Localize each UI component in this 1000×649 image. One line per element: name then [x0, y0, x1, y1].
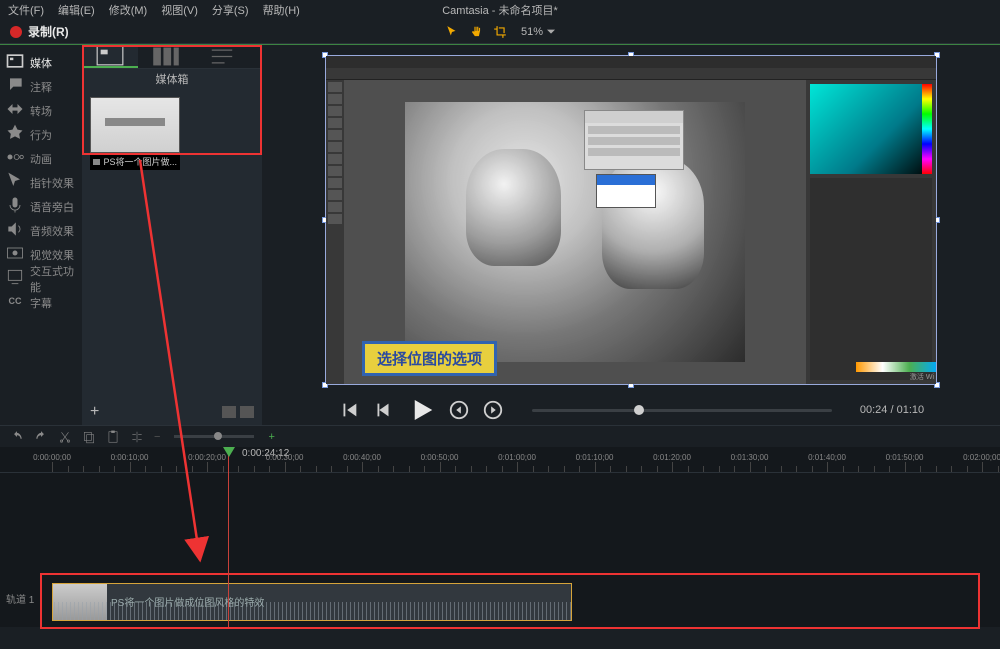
- menubar: 文件(F) 编辑(E) 修改(M) 视图(V) 分享(S) 帮助(H) Camt…: [0, 0, 1000, 20]
- split-button[interactable]: [130, 430, 144, 444]
- hand-icon[interactable]: [469, 25, 483, 39]
- timeline: 0:00:24;12 0:00:00;000:00:10;000:00:20;0…: [0, 447, 1000, 627]
- timeline-clip[interactable]: PS将一个图片做成位图风格的特效: [52, 583, 572, 621]
- sidebar-item-transition[interactable]: 转场: [30, 99, 82, 123]
- timeline-ruler[interactable]: 0:00:00;000:00:10;000:00:20;000:00:30;00…: [0, 447, 1000, 473]
- clip-thumbnail: [90, 97, 180, 153]
- color-picker: [810, 84, 932, 174]
- caption-icon[interactable]: CC: [5, 291, 25, 311]
- app-title: Camtasia - 未命名项目*: [442, 2, 558, 18]
- animation-icon[interactable]: [5, 147, 25, 167]
- step-back-button[interactable]: [372, 399, 394, 421]
- preview-panel: 选择位图的选项 激活 Wi 00:24 / 01:: [262, 45, 1000, 425]
- paste-button[interactable]: [106, 430, 120, 444]
- watermark: 激活 Wi: [910, 372, 934, 382]
- copy-button[interactable]: [82, 430, 96, 444]
- zoom-level[interactable]: 51%: [521, 26, 555, 38]
- sidebar-item-audio[interactable]: 音频效果: [30, 219, 82, 243]
- cursor-icon[interactable]: [445, 25, 459, 39]
- undo-button[interactable]: [10, 430, 24, 444]
- next-clip-button[interactable]: [482, 399, 504, 421]
- menu-help[interactable]: 帮助(H): [263, 2, 300, 18]
- view-toggle[interactable]: [222, 406, 254, 418]
- tracks: 轨道 1 PS将一个图片做成位图风格的特效: [0, 473, 1000, 627]
- scrub-slider[interactable]: [532, 409, 832, 412]
- tab-media[interactable]: [82, 45, 138, 68]
- menu-edit[interactable]: 编辑(E): [58, 2, 95, 18]
- bin-header: 媒体箱: [82, 69, 262, 89]
- sidebar-item-cursor[interactable]: 指针效果: [30, 171, 82, 195]
- sidebar-item-annotation[interactable]: 注释: [30, 75, 82, 99]
- visual-fx-icon[interactable]: [5, 243, 25, 263]
- timeline-toolbar: − +: [0, 425, 1000, 447]
- main-area: CC 媒体 注释 转场 行为 动画 指针效果 语音旁白 音频效果 视觉效果 交互…: [0, 45, 1000, 425]
- bin-tabs: [82, 45, 262, 69]
- callout-text: 选择位图的选项: [362, 341, 497, 376]
- add-media-button[interactable]: +: [90, 403, 99, 421]
- clip-name: PS将一个图片做...: [90, 153, 180, 170]
- sidebar-item-interactive[interactable]: 交互式功能: [30, 267, 82, 291]
- sidebar-item-media[interactable]: 媒体: [30, 51, 82, 75]
- tab-more[interactable]: [194, 45, 250, 68]
- timeline-zoom-slider[interactable]: [174, 435, 254, 438]
- step-fwd-button[interactable]: [448, 399, 470, 421]
- menu-file[interactable]: 文件(F): [8, 2, 44, 18]
- menu-share[interactable]: 分享(S): [212, 2, 249, 18]
- sidebar-item-voice[interactable]: 语音旁白: [30, 195, 82, 219]
- audio-waveform: [53, 602, 571, 620]
- media-clip[interactable]: PS将一个图片做...: [90, 97, 180, 170]
- menu-view[interactable]: 视图(V): [161, 2, 198, 18]
- tab-library[interactable]: [138, 45, 194, 68]
- taskbar-icons: [856, 362, 936, 372]
- media-icon[interactable]: [5, 51, 25, 71]
- transition-icon[interactable]: [5, 99, 25, 119]
- bin-footer: +: [82, 399, 262, 425]
- playhead[interactable]: [228, 447, 229, 627]
- sidebar-item-behavior[interactable]: 行为: [30, 123, 82, 147]
- track-label: 轨道 1: [6, 591, 34, 606]
- record-icon[interactable]: [10, 26, 22, 38]
- behavior-icon[interactable]: [5, 123, 25, 143]
- sidebar-labels: 媒体 注释 转场 行为 动画 指针效果 语音旁白 音频效果 视觉效果 交互式功能…: [30, 45, 82, 425]
- record-label[interactable]: 录制(R): [28, 23, 69, 40]
- sidebar-item-caption[interactable]: 字幕: [30, 291, 82, 315]
- record-bar: 录制(R) 51%: [0, 20, 1000, 44]
- time-display: 00:24 / 01:10: [860, 404, 924, 416]
- audio-fx-icon[interactable]: [5, 219, 25, 239]
- dialog-box: [584, 110, 684, 170]
- interactive-icon[interactable]: [5, 267, 25, 287]
- prev-clip-button[interactable]: [338, 399, 360, 421]
- crop-icon[interactable]: [493, 25, 507, 39]
- recorded-content: 选择位图的选项 激活 Wi: [326, 56, 936, 384]
- photo-content: [405, 102, 745, 362]
- menu-modify[interactable]: 修改(M): [109, 2, 148, 18]
- play-button[interactable]: [406, 395, 436, 425]
- redo-button[interactable]: [34, 430, 48, 444]
- cut-button[interactable]: [58, 430, 72, 444]
- voice-icon[interactable]: [5, 195, 25, 215]
- cursor-fx-icon[interactable]: [5, 171, 25, 191]
- annotation-icon[interactable]: [5, 75, 25, 95]
- canvas-wrap: 选择位图的选项 激活 Wi: [262, 45, 1000, 395]
- playback-controls: 00:24 / 01:10: [262, 395, 1000, 425]
- media-bin: 媒体箱 PS将一个图片做... +: [82, 45, 262, 425]
- preview-canvas[interactable]: 选择位图的选项 激活 Wi: [325, 55, 937, 385]
- canvas-toolstrip: 51%: [445, 20, 555, 44]
- sidebar-item-animation[interactable]: 动画: [30, 147, 82, 171]
- sidebar-icons: CC: [0, 45, 30, 425]
- mini-panel: [596, 174, 656, 208]
